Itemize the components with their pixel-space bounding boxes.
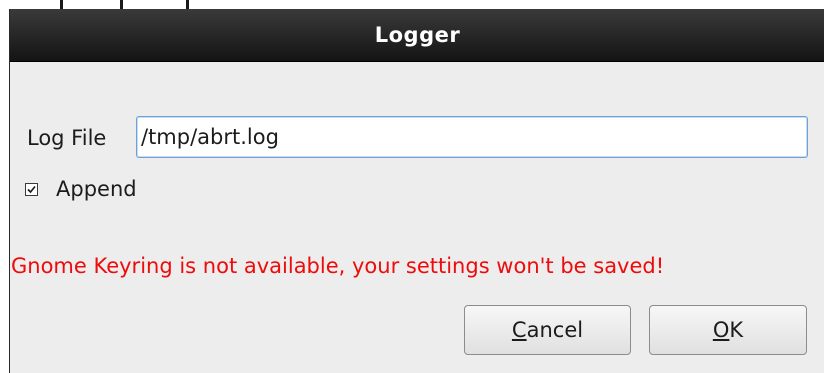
cancel-label-rest: ancel (526, 318, 584, 342)
append-checkbox-row[interactable]: Append (25, 175, 137, 203)
background-mark (186, 0, 189, 9)
window-title: Logger (374, 23, 461, 47)
ok-label-rest: K (729, 318, 744, 342)
screen: Logger Log File Append Gnome Keyring is … (0, 0, 824, 373)
append-checkbox[interactable] (25, 182, 38, 196)
background-mark (120, 0, 123, 9)
cancel-mnemonic: C (511, 318, 527, 342)
logger-dialog: Logger Log File Append Gnome Keyring is … (9, 9, 824, 373)
log-file-label: Log File (27, 126, 107, 150)
keyring-warning: Gnome Keyring is not available, your set… (11, 254, 665, 278)
log-file-input[interactable] (136, 116, 808, 158)
background-mark (60, 0, 63, 9)
append-label: Append (56, 177, 137, 201)
title-bar[interactable]: Logger (10, 9, 824, 62)
ok-button[interactable]: OK (649, 305, 807, 355)
checkmark-icon (27, 185, 36, 193)
cancel-button[interactable]: Cancel (464, 305, 631, 355)
ok-mnemonic: O (712, 318, 730, 342)
